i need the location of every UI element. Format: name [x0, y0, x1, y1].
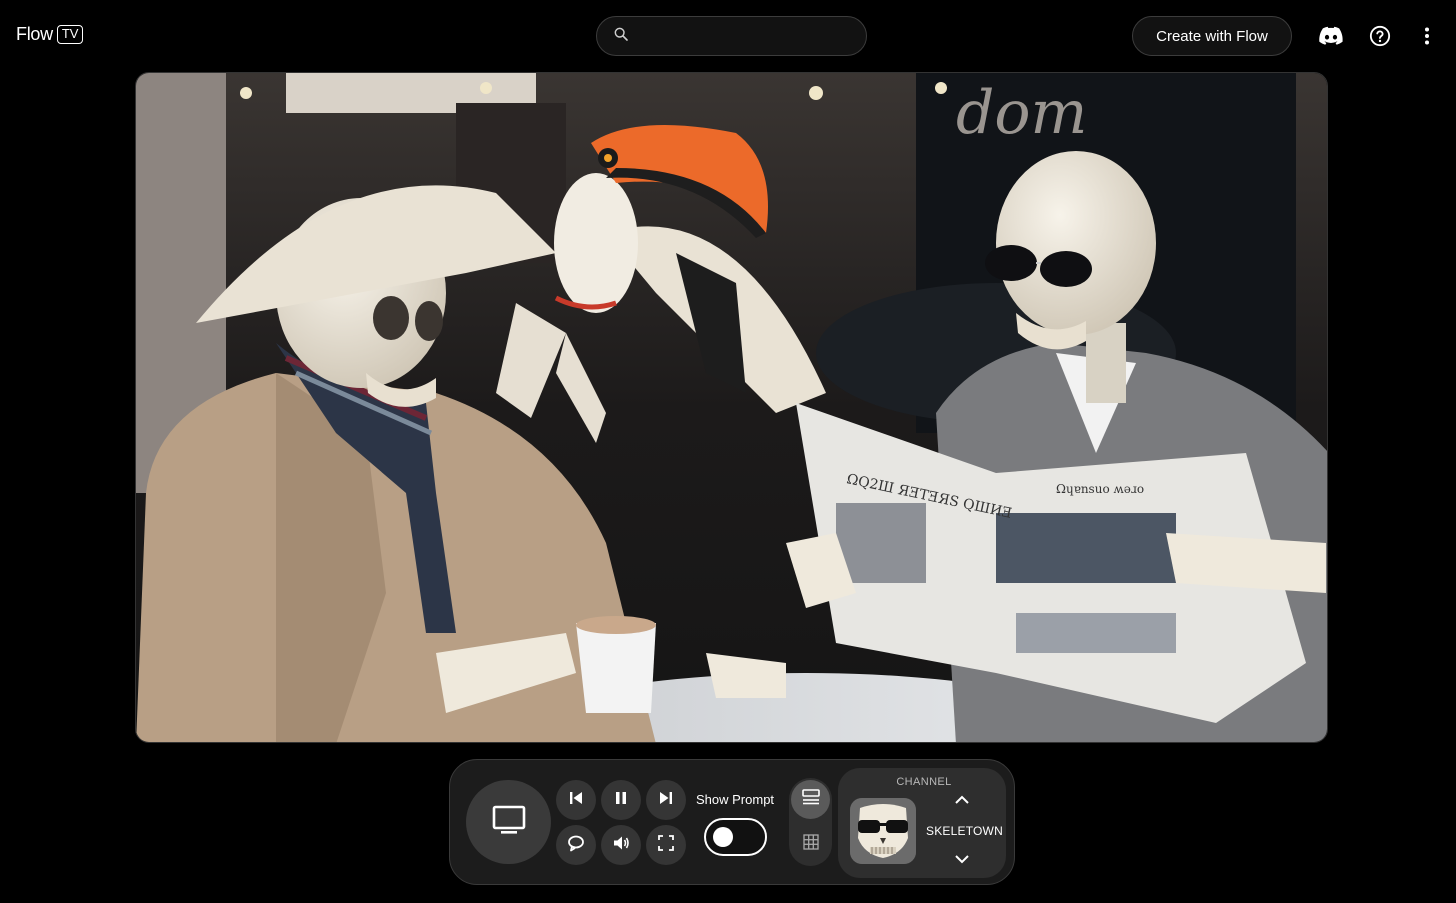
channel-down-button[interactable] [950, 850, 974, 870]
svg-text:Ωɥɐnsuo ʍǝɹo: Ωɥɐnsuo ʍǝɹo [1056, 482, 1144, 496]
video-player[interactable]: dom ΩQ2Ш ЯƎТƎЯS QШИƎ Ωɥɐnsuo ʍǝɹo [135, 72, 1328, 743]
create-with-flow-button[interactable]: Create with Flow [1132, 16, 1292, 56]
view-mode-switch [789, 778, 832, 866]
flow-tv-logo[interactable]: Flow TV [16, 24, 84, 45]
fullscreen-icon [658, 834, 674, 856]
loop-button[interactable] [556, 825, 596, 865]
grid-view-button[interactable] [791, 825, 830, 864]
chevron-down-icon [955, 851, 969, 869]
volume-icon [612, 834, 630, 857]
next-button[interactable] [646, 780, 686, 820]
channel-thumbnail[interactable] [850, 798, 916, 864]
channel-name: SKELETOWN [926, 824, 1003, 838]
video-frame-image: dom ΩQ2Ш ЯƎТƎЯS QШИƎ Ωɥɐnsuo ʍǝɹo [136, 73, 1327, 742]
show-prompt-label: Show Prompt [696, 792, 775, 807]
svg-text:dom: dom [956, 78, 1087, 148]
toggle-knob [713, 827, 733, 847]
channel-label: CHANNEL [896, 776, 952, 788]
volume-button[interactable] [601, 825, 641, 865]
show-prompt-toggle[interactable] [704, 818, 767, 856]
tv-icon [492, 805, 526, 840]
help-icon[interactable] [1368, 24, 1392, 48]
logo-badge: TV [56, 25, 84, 44]
pause-icon [614, 791, 628, 810]
pause-button[interactable] [601, 780, 641, 820]
tv-mode-button[interactable] [466, 780, 551, 864]
channel-selector: CHANNEL SKELETOWN [838, 768, 1006, 878]
chevron-up-icon [955, 791, 969, 809]
player-controls-bar: Show Prompt CHANNEL SKELETOWN [449, 759, 1015, 885]
skip-next-icon [659, 791, 673, 810]
previous-button[interactable] [556, 780, 596, 820]
search-icon [613, 26, 629, 47]
single-view-button[interactable] [791, 780, 830, 819]
single-view-icon [801, 789, 820, 810]
more-vert-icon[interactable] [1415, 24, 1439, 48]
skip-previous-icon [569, 791, 583, 810]
fullscreen-button[interactable] [646, 825, 686, 865]
discord-icon[interactable] [1319, 24, 1343, 48]
search-input[interactable] [637, 28, 866, 44]
logo-text: Flow [16, 24, 53, 44]
grid-icon [802, 834, 819, 855]
search-bar[interactable] [596, 16, 867, 56]
loop-icon [567, 834, 585, 857]
channel-up-button[interactable] [950, 790, 974, 810]
